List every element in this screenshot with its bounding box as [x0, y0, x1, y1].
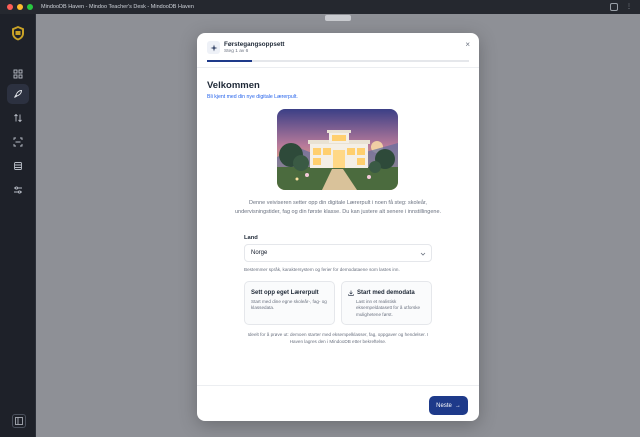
rocket-icon: [14, 90, 22, 98]
modal-header: Førstegangsoppsett Steg 1 av 6 ×: [197, 33, 479, 62]
sidebar-item-sync[interactable]: [7, 108, 29, 128]
wizard-description: Denne veiviseren setter opp din digitale…: [234, 200, 442, 215]
app-logo-icon: [12, 26, 24, 41]
school-illustration: [277, 109, 398, 190]
close-window-button[interactable]: [7, 4, 13, 10]
sidebar-item-database[interactable]: [7, 156, 29, 176]
step-indicator: Steg 1 av 6: [224, 49, 249, 54]
next-button-label: Neste: [436, 402, 452, 409]
option-own-setup[interactable]: Sett opp eget Lærerpult Start med dine e…: [244, 281, 335, 325]
option-own-title: Sett opp eget Lærerpult: [251, 290, 319, 296]
scan-icon: [13, 137, 23, 147]
modal-title: Førstegangsoppsett: [224, 41, 285, 48]
sidebar-item-scan[interactable]: [7, 132, 29, 152]
more-icon[interactable]: ⋮: [626, 3, 632, 11]
minimize-window-button[interactable]: [17, 4, 23, 10]
sparkle-icon: [207, 41, 220, 54]
sidebar-item-setup[interactable]: [7, 84, 29, 104]
download-icon: [348, 290, 354, 296]
option-demo-data[interactable]: Start med demodata Last inn et realistis…: [341, 281, 432, 325]
welcome-subheading: Bli kjent med din nye digitale Lærerpult…: [207, 94, 298, 100]
demo-footnote: Ideelt for å prøve ut: demoen starter me…: [247, 332, 429, 344]
main-area: Førstegangsoppsett Steg 1 av 6 × Velkomm…: [36, 14, 640, 437]
window-title: MindooDB Haven - Mindoo Teacher's Desk -…: [41, 4, 194, 10]
share-icon[interactable]: [610, 3, 618, 11]
sort-arrows-icon: [14, 113, 22, 123]
option-own-desc: Start med dine egne skoleår-, fag- og kl…: [251, 299, 327, 311]
option-demo-title: Start med demodata: [357, 290, 415, 296]
chevron-down-icon: [420, 252, 426, 256]
footer-divider: [197, 385, 479, 386]
progress-fill: [207, 60, 252, 62]
arrow-right-icon: →: [454, 402, 461, 409]
header-divider: [197, 67, 479, 68]
close-icon[interactable]: ×: [465, 41, 470, 49]
next-button[interactable]: Neste →: [429, 396, 468, 415]
database-icon: [14, 162, 22, 170]
sidebar-toggle-button[interactable]: [12, 414, 26, 428]
title-bar: MindooDB Haven - Mindoo Teacher's Desk -…: [0, 0, 640, 14]
maximize-window-button[interactable]: [27, 4, 33, 10]
sidebar-item-settings[interactable]: [7, 180, 29, 200]
setup-wizard-modal: Førstegangsoppsett Steg 1 av 6 × Velkomm…: [197, 33, 479, 421]
grid-icon: [13, 69, 23, 79]
sidebar-item-dashboard[interactable]: [7, 64, 29, 84]
progress-bar: [207, 60, 469, 62]
drag-handle[interactable]: [325, 15, 351, 21]
land-label: Land: [244, 235, 258, 241]
option-demo-desc: Last inn et realistisk eksempeldatasett …: [356, 299, 421, 317]
window-controls: [7, 4, 33, 10]
land-select[interactable]: Norge: [244, 244, 432, 262]
land-select-value: Norge: [251, 250, 268, 256]
sliders-icon: [14, 186, 22, 194]
sidebar: [0, 14, 36, 437]
land-hint: Bestemmer språk, karaktersystem og ferie…: [244, 267, 400, 272]
welcome-heading: Velkommen: [207, 80, 260, 91]
sidebar-toggle-icon: [15, 417, 23, 425]
